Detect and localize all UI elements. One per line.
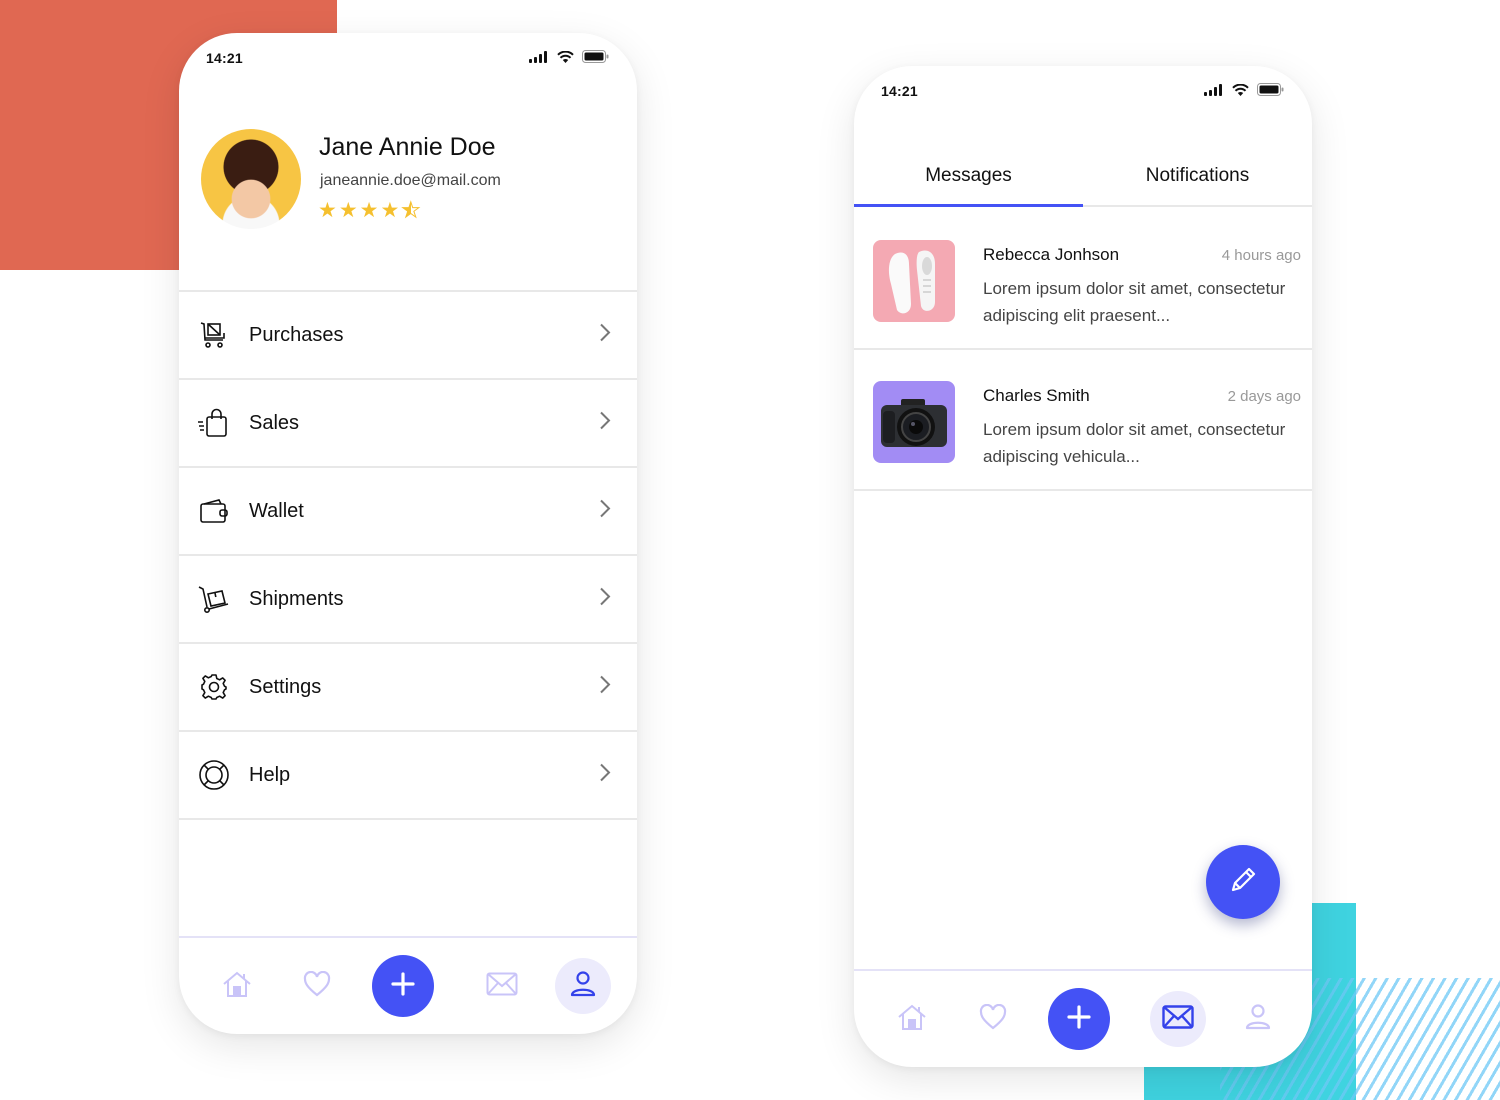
shopping-cart-icon — [197, 318, 231, 352]
menu-item-purchases[interactable]: Purchases — [179, 292, 637, 380]
mail-icon — [1162, 1004, 1194, 1034]
menu-item-help[interactable]: Help — [179, 732, 637, 820]
message-item[interactable]: Rebecca Jonhson 4 hours ago Lorem ipsum … — [854, 209, 1312, 350]
tab-messages[interactable]: Messages — [854, 160, 1083, 207]
chevron-right-icon — [599, 587, 611, 612]
star-icon: ★ — [380, 199, 400, 222]
bottom-nav — [179, 936, 637, 1034]
wallet-icon — [197, 494, 231, 528]
nav-home-button[interactable] — [215, 964, 259, 1008]
menu-label: Purchases — [249, 323, 344, 346]
nav-home-button[interactable] — [890, 997, 934, 1041]
wifi-icon — [1232, 83, 1249, 96]
home-icon — [222, 970, 252, 1003]
nav-messages-button[interactable] — [1150, 991, 1206, 1047]
star-rating: ★ ★ ★ ★ ★ — [318, 199, 421, 222]
profile-screen: 14:21 Jane Annie Doe janeannie.doe@mail.… — [179, 33, 637, 1034]
gear-icon — [197, 670, 231, 704]
profile-menu: Purchases Sales Wallet Shipments Setting… — [179, 290, 637, 820]
wifi-icon — [557, 50, 574, 63]
status-bar: 14:21 — [179, 33, 637, 93]
menu-item-wallet[interactable]: Wallet — [179, 468, 637, 556]
sneakers-image — [873, 240, 955, 322]
heart-icon — [979, 1003, 1007, 1035]
menu-item-settings[interactable]: Settings — [179, 644, 637, 732]
menu-label: Wallet — [249, 499, 304, 522]
profile-header: Jane Annie Doe janeannie.doe@mail.com ★ … — [201, 129, 615, 229]
profile-name: Jane Annie Doe — [319, 133, 496, 161]
nav-profile-button[interactable] — [1236, 997, 1280, 1041]
message-time: 2 days ago — [1227, 388, 1301, 405]
mail-icon — [486, 972, 518, 1001]
user-icon — [1244, 1003, 1272, 1036]
camera-image — [873, 381, 955, 463]
signal-icon — [529, 50, 549, 63]
plus-icon — [1066, 1004, 1092, 1035]
nav-favorites-button[interactable] — [971, 997, 1015, 1041]
message-sender: Rebecca Jonhson — [983, 245, 1120, 264]
tab-bar: Messages Notifications — [854, 160, 1312, 207]
chevron-right-icon — [599, 411, 611, 436]
messages-screen: 14:21 Messages Notifications Rebecca Jon… — [854, 66, 1312, 1067]
compose-button[interactable] — [1206, 845, 1280, 919]
plus-icon — [390, 971, 416, 1002]
status-time: 14:21 — [206, 50, 243, 66]
status-time: 14:21 — [881, 83, 918, 99]
battery-icon — [1257, 83, 1284, 96]
lifebuoy-icon — [197, 758, 231, 792]
star-icon: ★ — [318, 199, 337, 222]
chevron-right-icon — [599, 763, 611, 788]
signal-icon — [1204, 83, 1224, 96]
chevron-right-icon — [599, 499, 611, 524]
star-icon: ★ — [359, 199, 379, 222]
message-preview: Lorem ipsum dolor sit amet, consectetur … — [983, 279, 1286, 325]
avatar[interactable] — [201, 129, 301, 229]
chevron-right-icon — [599, 675, 611, 700]
menu-label: Shipments — [249, 587, 344, 610]
menu-label: Settings — [249, 675, 322, 698]
menu-item-shipments[interactable]: Shipments — [179, 556, 637, 644]
nav-add-button[interactable] — [372, 955, 434, 1017]
message-item[interactable]: Charles Smith 2 days ago Lorem ipsum dol… — [854, 350, 1312, 491]
bottom-nav — [854, 969, 1312, 1067]
pencil-icon — [1227, 864, 1259, 901]
menu-label: Help — [249, 763, 291, 786]
hand-truck-icon — [197, 582, 231, 616]
nav-messages-button[interactable] — [480, 964, 524, 1008]
message-time: 4 hours ago — [1221, 247, 1301, 264]
message-list: Rebecca Jonhson 4 hours ago Lorem ipsum … — [854, 209, 1312, 491]
tab-notifications[interactable]: Notifications — [1083, 160, 1312, 205]
home-icon — [897, 1003, 927, 1036]
half-star-icon: ★ — [401, 200, 421, 222]
heart-icon — [303, 970, 331, 1002]
user-icon — [569, 970, 597, 1003]
profile-email: janeannie.doe@mail.com — [320, 172, 501, 189]
chevron-right-icon — [599, 323, 611, 348]
menu-label: Sales — [249, 411, 300, 434]
message-sender: Charles Smith — [983, 386, 1090, 405]
battery-icon — [582, 50, 609, 63]
nav-add-button[interactable] — [1048, 988, 1110, 1050]
nav-favorites-button[interactable] — [295, 964, 339, 1008]
shopping-bag-icon — [197, 406, 231, 440]
menu-item-sales[interactable]: Sales — [179, 380, 637, 468]
star-icon: ★ — [338, 199, 358, 222]
status-bar: 14:21 — [854, 66, 1312, 126]
message-preview: Lorem ipsum dolor sit amet, consectetur … — [983, 420, 1286, 466]
nav-profile-button[interactable] — [555, 958, 611, 1014]
